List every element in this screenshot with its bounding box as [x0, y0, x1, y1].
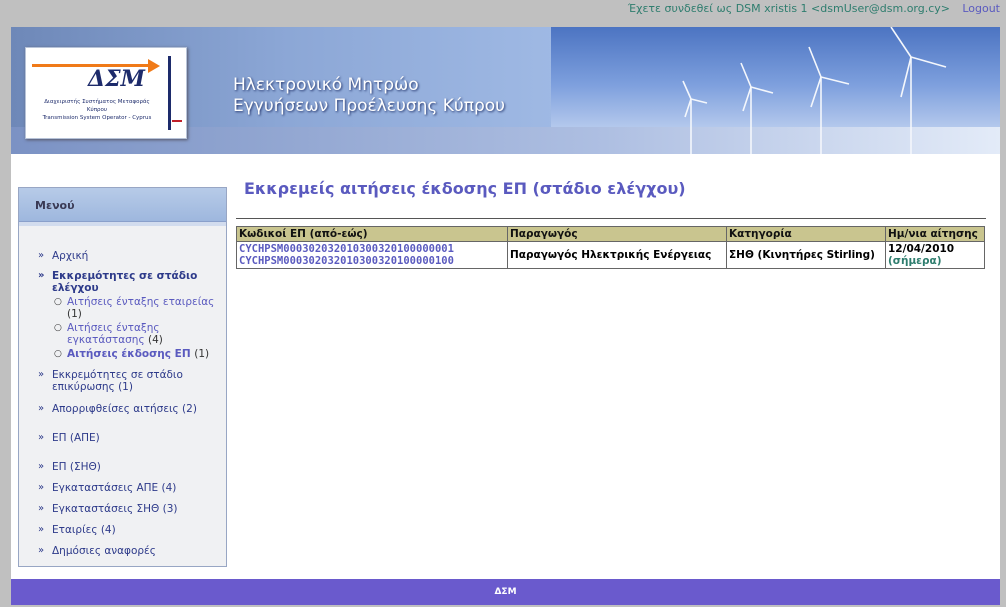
column-header-codes: Κωδικοί ΕΠ (από-εώς) — [236, 226, 508, 242]
sidebar-item-label: Εγκαταστάσεις ΑΠΕ (4) — [52, 482, 177, 494]
sidebar-menu: Μενού » Αρχική » Εκκρεμότητες σε στάδιο ελ… — [18, 187, 227, 567]
double-chevron-icon: » — [38, 270, 45, 281]
double-chevron-icon: » — [38, 250, 45, 261]
logo-subtitle: Διαχειριστής Συστήματος Μεταφοράς Κύπρου… — [32, 98, 162, 122]
circle-bullet-icon: ○ — [54, 297, 62, 307]
top-status-bar: Έχετε συνδεθεί ως DSM xristis 1 <dsmUser… — [0, 0, 1006, 22]
double-chevron-icon: » — [38, 524, 45, 535]
sidebar-item-label: ΕΠ (ΑΠΕ) — [52, 432, 100, 444]
title-divider — [236, 218, 986, 219]
site-title-line-2: Εγγυήσεων Προέλευσης Κύπρου — [233, 96, 505, 116]
sidebar-subitem-company-requests[interactable]: ○ Αιτήσεις ένταξης εταιρείας (1) — [54, 296, 217, 320]
dsm-logo: ΔΣΜ Διαχειριστής Συστήματος Μεταφοράς Κύ… — [25, 47, 187, 139]
logo-mark: ΔΣΜ — [88, 66, 145, 92]
sidebar-subitem-count: (1) — [194, 348, 210, 360]
main-content: Εκκρεμείς αιτήσεις έκδοσης ΕΠ (στάδιο ελ… — [235, 175, 1000, 575]
logout-link[interactable]: Logout — [962, 2, 1000, 15]
sidebar-subitem-install-requests[interactable]: ○ Αιτήσεις ένταξης εγκατάστασης (4) — [54, 322, 217, 346]
sidebar-item-label: Δημόσιες αναφορές — [52, 545, 156, 557]
double-chevron-icon: » — [38, 461, 45, 472]
page-container: ΔΣΜ Διαχειριστής Συστήματος Μεταφοράς Κύ… — [11, 27, 1000, 605]
sidebar-item-label: Εγκαταστάσεις ΣΗΘ (3) — [52, 503, 178, 515]
logo-line-3: Transmission System Operator - Cyprus — [42, 115, 152, 121]
site-title-line-1: Ηλεκτρονικό Μητρώο — [233, 75, 419, 95]
menu-header: Μενού — [19, 188, 226, 222]
column-header-category: Κατηγορία — [726, 226, 886, 242]
sidebar-subitem-label: Αιτήσεις ένταξης εταιρείας — [67, 296, 215, 308]
sidebar-item-label: Εταιρίες (4) — [52, 524, 116, 536]
sidebar-subitem-count: (1) — [67, 308, 82, 320]
code-to-link[interactable]: CYCHPSM000302032010300320100000100 — [239, 255, 505, 267]
double-chevron-icon: » — [38, 503, 45, 514]
sidebar-item-label: Αρχική — [52, 250, 89, 262]
sidebar-item-pending-confirm[interactable]: » Εκκρεμότητες σε στάδιο επικύρωσης (1) — [38, 369, 202, 393]
sidebar-item-rejected[interactable]: » Απορριφθείσες αιτήσεις (2) — [38, 403, 197, 415]
sidebar-subitem-count: (4) — [147, 334, 163, 346]
sidebar-item-pending-check[interactable]: » Εκκρεμότητες σε στάδιο ελέγχου — [38, 270, 212, 294]
double-chevron-icon: » — [38, 432, 45, 443]
sidebar-item-label: Απορριφθείσες αιτήσεις (2) — [52, 403, 197, 415]
double-chevron-icon: » — [38, 369, 45, 380]
header-banner: ΔΣΜ Διαχειριστής Συστήματος Μεταφοράς Κύ… — [11, 27, 1000, 154]
code-from-link[interactable]: CYCHPSM000302032010300320100000001 — [239, 243, 505, 255]
logo-arrow-icon — [148, 59, 160, 73]
double-chevron-icon: » — [38, 403, 45, 414]
double-chevron-icon: » — [38, 482, 45, 493]
circle-bullet-icon: ○ — [54, 349, 62, 359]
sidebar-item-home[interactable]: » Αρχική — [38, 250, 89, 262]
wind-turbines-graphic — [682, 27, 947, 154]
request-date: 12/04/2010 — [888, 243, 955, 255]
sidebar-item-installs-sith[interactable]: » Εγκαταστάσεις ΣΗΘ (3) — [38, 503, 178, 515]
column-header-producer: Παραγωγός — [507, 226, 727, 242]
sidebar-item-ep-sith[interactable]: » ΕΠ (ΣΗΘ) — [38, 461, 101, 473]
sidebar-item-public-reports[interactable]: » Δημόσιες αναφορές — [38, 545, 156, 557]
logo-red-arrow-icon — [172, 120, 182, 122]
circle-bullet-icon: ○ — [54, 323, 62, 333]
sidebar-item-ep-ape[interactable]: » ΕΠ (ΑΠΕ) — [38, 432, 100, 444]
logo-bar — [168, 56, 171, 130]
sidebar-subitem-label: Αιτήσεις έκδοσης ΕΠ — [67, 348, 191, 360]
sidebar-item-installs-ape[interactable]: » Εγκαταστάσεις ΑΠΕ (4) — [38, 482, 177, 494]
sidebar-subitem-issue-requests[interactable]: ○ Αιτήσεις έκδοσης ΕΠ (1) — [54, 348, 227, 360]
producer-cell: Παραγωγός Ηλεκτρικής Ενέργειας — [507, 241, 727, 269]
sidebar-item-label: ΕΠ (ΣΗΘ) — [52, 461, 101, 473]
logo-line-2: Κύπρου — [86, 107, 108, 113]
footer-bar: ΔΣΜ — [11, 579, 1000, 605]
sidebar-item-label: Εκκρεμότητες σε στάδιο ελέγχου — [52, 270, 198, 294]
column-header-date: Ημ/νια αίτησης — [885, 226, 985, 242]
double-chevron-icon: » — [38, 545, 45, 556]
codes-cell: CYCHPSM000302032010300320100000001 CYCHP… — [236, 241, 508, 269]
page-title: Εκκρεμείς αιτήσεις έκδοσης ΕΠ (στάδιο ελ… — [244, 179, 686, 198]
logged-in-user-text: Έχετε συνδεθεί ως DSM xristis 1 <dsmUser… — [627, 2, 950, 15]
menu-header-shadow — [19, 222, 226, 226]
date-cell: 12/04/2010 (σήμερα) — [885, 241, 985, 269]
pending-requests-table: Κωδικοί ΕΠ (από-εώς) Παραγωγός Κατηγορία… — [236, 226, 985, 269]
sidebar-subitem-label: Αιτήσεις ένταξης εγκατάστασης — [67, 322, 160, 346]
table-row[interactable]: CYCHPSM000302032010300320100000001 CYCHP… — [236, 241, 985, 269]
sidebar-item-label: Εκκρεμότητες σε στάδιο επικύρωσης (1) — [52, 369, 183, 393]
request-date-note: (σήμερα) — [888, 255, 942, 267]
sidebar-item-companies[interactable]: » Εταιρίες (4) — [38, 524, 116, 536]
site-title: Ηλεκτρονικό Μητρώο Εγγυήσεων Προέλευσης … — [233, 75, 505, 117]
category-cell: ΣΗΘ (Κινητήρες Stirling) — [726, 241, 886, 269]
logo-line-1: Διαχειριστής Συστήματος Μεταφοράς — [44, 99, 150, 105]
table-header-row: Κωδικοί ΕΠ (από-εώς) Παραγωγός Κατηγορία… — [236, 226, 985, 242]
